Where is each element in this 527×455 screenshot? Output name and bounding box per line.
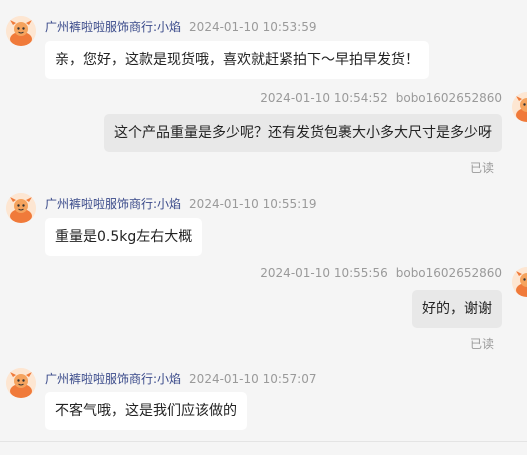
message-meta: 广州裤啦啦服饰商行:小焰 2024-01-10 10:57:07 xyxy=(45,370,317,387)
message-bubble[interactable]: 重量是0.5kg左右大概 xyxy=(45,218,203,256)
message-meta: 2024-01-10 10:55:56 bobo1602652860 xyxy=(260,266,502,280)
timestamp: 2024-01-10 10:57:07 xyxy=(189,372,317,386)
sender-name[interactable]: bobo1602652860 xyxy=(396,91,502,105)
divider xyxy=(0,441,527,442)
avatar[interactable] xyxy=(512,92,527,122)
message-bubble[interactable]: 好的，谢谢 xyxy=(412,290,502,328)
chat-window: 广州裤啦啦服饰商行:小焰 2024-01-10 10:53:59 亲，您好，这款是… xyxy=(0,0,527,455)
read-status: 已读 xyxy=(469,337,494,351)
mascot-avatar-icon xyxy=(512,267,527,297)
avatar[interactable] xyxy=(512,267,527,297)
sender-name[interactable]: 广州裤啦啦服饰商行:小焰 xyxy=(45,372,181,386)
timestamp: 2024-01-10 10:54:52 xyxy=(260,91,388,105)
mascot-avatar-icon xyxy=(6,16,36,46)
sender-name[interactable]: 广州裤啦啦服饰商行:小焰 xyxy=(45,20,181,34)
mascot-avatar-icon xyxy=(512,92,527,122)
message-meta: 2024-01-10 10:54:52 bobo1602652860 xyxy=(260,91,502,105)
sender-name[interactable]: bobo1602652860 xyxy=(396,266,502,280)
message-bubble[interactable]: 这个产品重量是多少呢？还有发货包裹大小多大尺寸是多少呀 xyxy=(104,114,502,152)
message-bubble[interactable]: 亲，您好，这款是现货哦，喜欢就赶紧拍下～早拍早发货！ xyxy=(45,41,429,79)
mascot-avatar-icon xyxy=(6,368,36,398)
sender-name[interactable]: 广州裤啦啦服饰商行:小焰 xyxy=(45,197,181,211)
timestamp: 2024-01-10 10:55:19 xyxy=(189,197,317,211)
mascot-avatar-icon xyxy=(6,193,36,223)
message-meta: 广州裤啦啦服饰商行:小焰 2024-01-10 10:53:59 xyxy=(45,18,317,35)
message-bubble[interactable]: 不客气哦，这是我们应该做的 xyxy=(45,392,247,430)
read-status: 已读 xyxy=(469,161,494,175)
timestamp: 2024-01-10 10:53:59 xyxy=(189,20,317,34)
avatar[interactable] xyxy=(6,193,36,223)
avatar[interactable] xyxy=(6,16,36,46)
message-meta: 广州裤啦啦服饰商行:小焰 2024-01-10 10:55:19 xyxy=(45,195,317,212)
timestamp: 2024-01-10 10:55:56 xyxy=(260,266,388,280)
avatar[interactable] xyxy=(6,368,36,398)
